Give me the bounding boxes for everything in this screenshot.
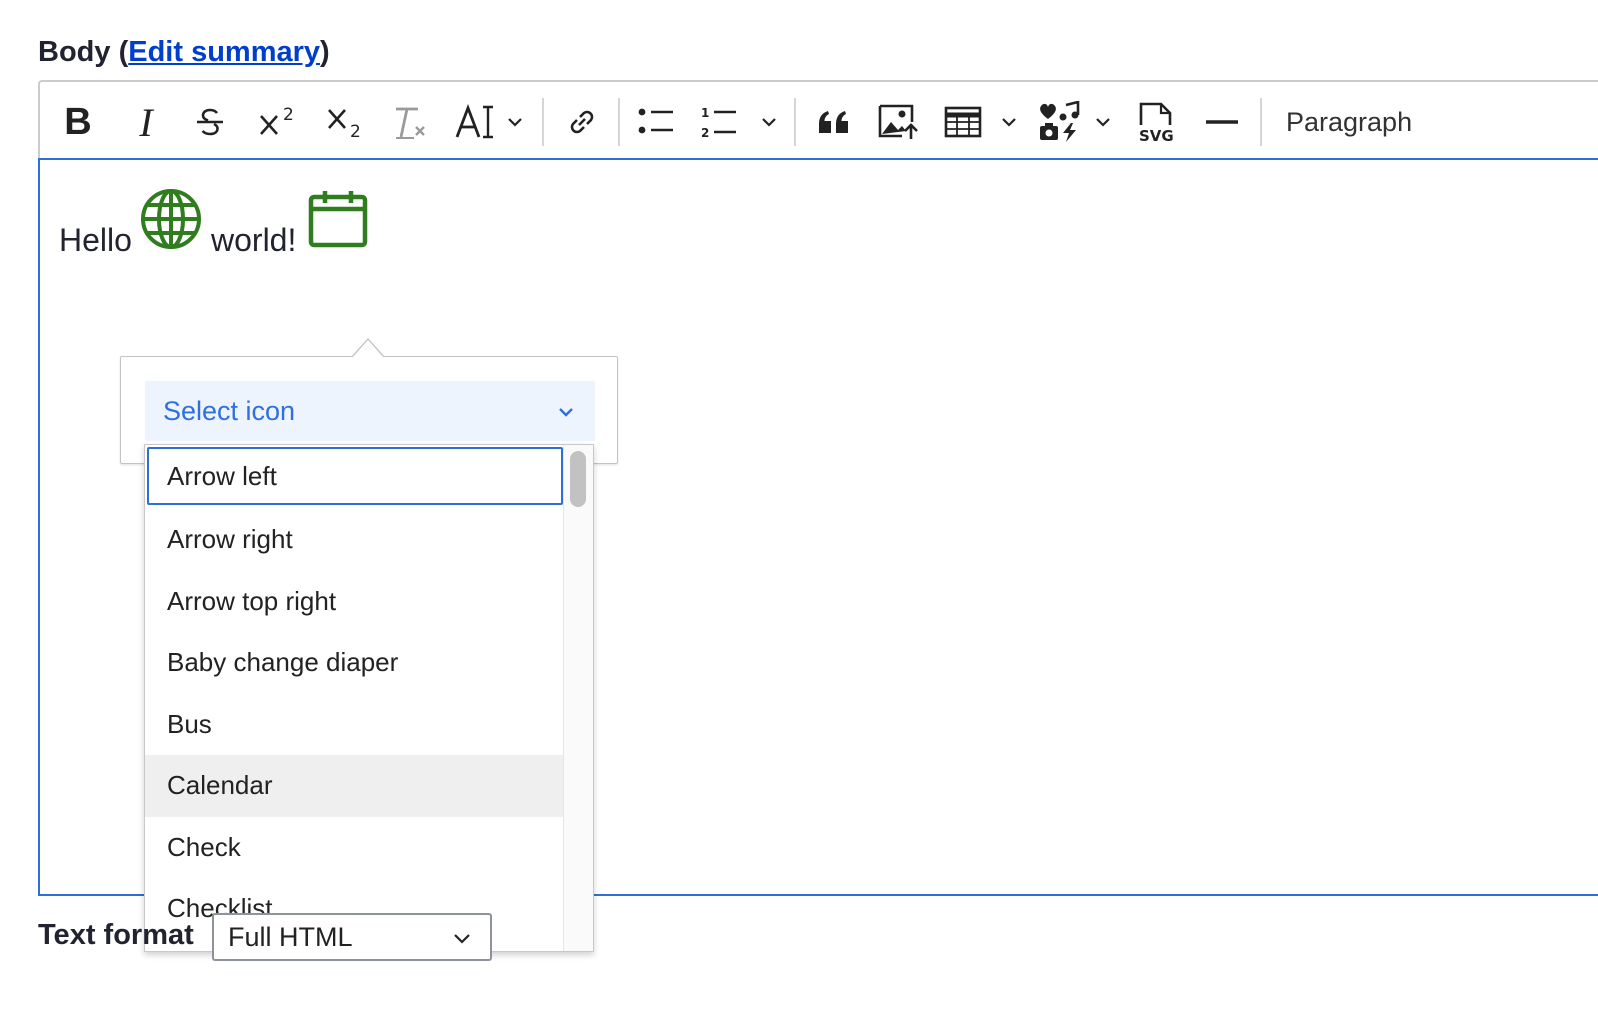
table-icon xyxy=(944,106,982,138)
bulleted-list-icon xyxy=(638,108,673,134)
icon-option[interactable]: Bus xyxy=(145,694,565,756)
scrollbar-thumb[interactable] xyxy=(570,451,586,507)
toolbar-separator xyxy=(1260,98,1262,146)
toolbar-separator xyxy=(542,98,544,146)
bold-button[interactable]: B xyxy=(58,98,98,146)
horizontal-line-icon xyxy=(1206,120,1238,124)
select-icon-label: Select icon xyxy=(163,395,296,426)
icon-library-icon xyxy=(1040,101,1080,142)
bulleted-list-button[interactable] xyxy=(636,98,676,146)
chevron-down-icon xyxy=(454,934,470,944)
toolbar-separator xyxy=(618,98,620,146)
edit-summary-link[interactable]: Edit summary xyxy=(128,36,320,68)
bold-icon: B xyxy=(64,100,92,143)
icon-option[interactable]: Arrow right xyxy=(145,509,565,571)
subscript-icon: 2 xyxy=(328,109,361,140)
numbered-list-icon: 12 xyxy=(701,106,736,139)
chevron-down-icon xyxy=(762,118,776,127)
icon-options: Arrow left Arrow right Arrow top right B… xyxy=(145,445,565,940)
remove-format-icon xyxy=(396,107,425,139)
strikethrough-button[interactable] xyxy=(190,98,230,146)
superscript-icon: 2 xyxy=(260,105,294,135)
field-label-open-paren: ( xyxy=(118,36,129,68)
text-format-select[interactable]: Full HTML xyxy=(212,913,492,961)
icon-option[interactable]: Check xyxy=(145,817,565,879)
quote-icon xyxy=(819,111,848,133)
insert-svg-button[interactable]: SVG xyxy=(1134,98,1178,146)
options-scrollbar[interactable] xyxy=(563,445,593,951)
remove-format-button[interactable] xyxy=(390,98,430,146)
editor-toolbar: B I 2 2 1 2 SVG Paragraph xyxy=(38,80,1598,160)
strikethrough-icon xyxy=(197,108,223,136)
balloon-arrow-fill xyxy=(352,340,384,358)
icon-options-list: Arrow left Arrow right Arrow top right B… xyxy=(144,444,594,952)
globe-icon[interactable] xyxy=(140,188,202,250)
svg-text:SVG: SVG xyxy=(1139,127,1174,143)
block-quote-button[interactable] xyxy=(814,98,854,146)
svg-text:1: 1 xyxy=(701,106,709,120)
icon-option[interactable]: Baby change diaper xyxy=(145,632,565,694)
image-upload-icon xyxy=(878,104,918,139)
font-size-dropdown[interactable] xyxy=(454,98,532,146)
icon-option[interactable]: Calendar xyxy=(145,755,565,817)
italic-button[interactable]: I xyxy=(128,98,164,146)
svg-text:2: 2 xyxy=(701,126,709,139)
horizontal-line-button[interactable] xyxy=(1202,98,1242,146)
editor-content-area[interactable]: Hello world! Select icon Arrow left Arro… xyxy=(38,158,1598,952)
chevron-down-icon xyxy=(559,408,573,417)
calendar-icon[interactable] xyxy=(308,190,368,248)
insert-image-button[interactable] xyxy=(876,98,920,146)
content-word-world: world! xyxy=(211,222,297,258)
chevron-down-icon xyxy=(1002,118,1016,127)
icon-option[interactable]: Arrow top right xyxy=(145,571,565,633)
icon-option[interactable]: Arrow left xyxy=(147,447,563,505)
heading-dropdown[interactable]: Paragraph xyxy=(1286,102,1412,142)
chevron-down-icon xyxy=(1096,118,1110,127)
text-format-label: Text format xyxy=(38,919,194,951)
insert-icon-dropdown[interactable] xyxy=(1038,98,1116,146)
subscript-button[interactable]: 2 xyxy=(324,98,368,146)
chevron-down-icon xyxy=(508,118,522,127)
field-label-close-paren: ) xyxy=(320,36,330,68)
text-format-value: Full HTML xyxy=(228,921,353,952)
field-label: Body (Edit summary) xyxy=(38,36,330,69)
link-button[interactable] xyxy=(562,98,602,146)
superscript-button[interactable]: 2 xyxy=(256,98,300,146)
svg-text:2: 2 xyxy=(283,105,294,125)
svg-file-icon: SVG xyxy=(1139,102,1174,143)
content-word-hello: Hello xyxy=(59,222,132,258)
insert-table-dropdown[interactable] xyxy=(944,98,1026,146)
heading-dropdown-label: Paragraph xyxy=(1286,106,1413,137)
svg-text:2: 2 xyxy=(350,122,361,140)
toolbar-separator xyxy=(794,98,796,146)
rich-text-editor: B I 2 2 1 2 SVG Paragraph Hello world! S… xyxy=(38,80,1598,952)
numbered-list-dropdown[interactable]: 12 xyxy=(700,98,784,146)
font-size-icon xyxy=(455,104,493,139)
select-icon-dropdown[interactable]: Select icon xyxy=(145,381,595,441)
field-label-text: Body xyxy=(38,36,111,68)
link-icon xyxy=(570,110,594,134)
italic-icon: I xyxy=(139,99,153,145)
